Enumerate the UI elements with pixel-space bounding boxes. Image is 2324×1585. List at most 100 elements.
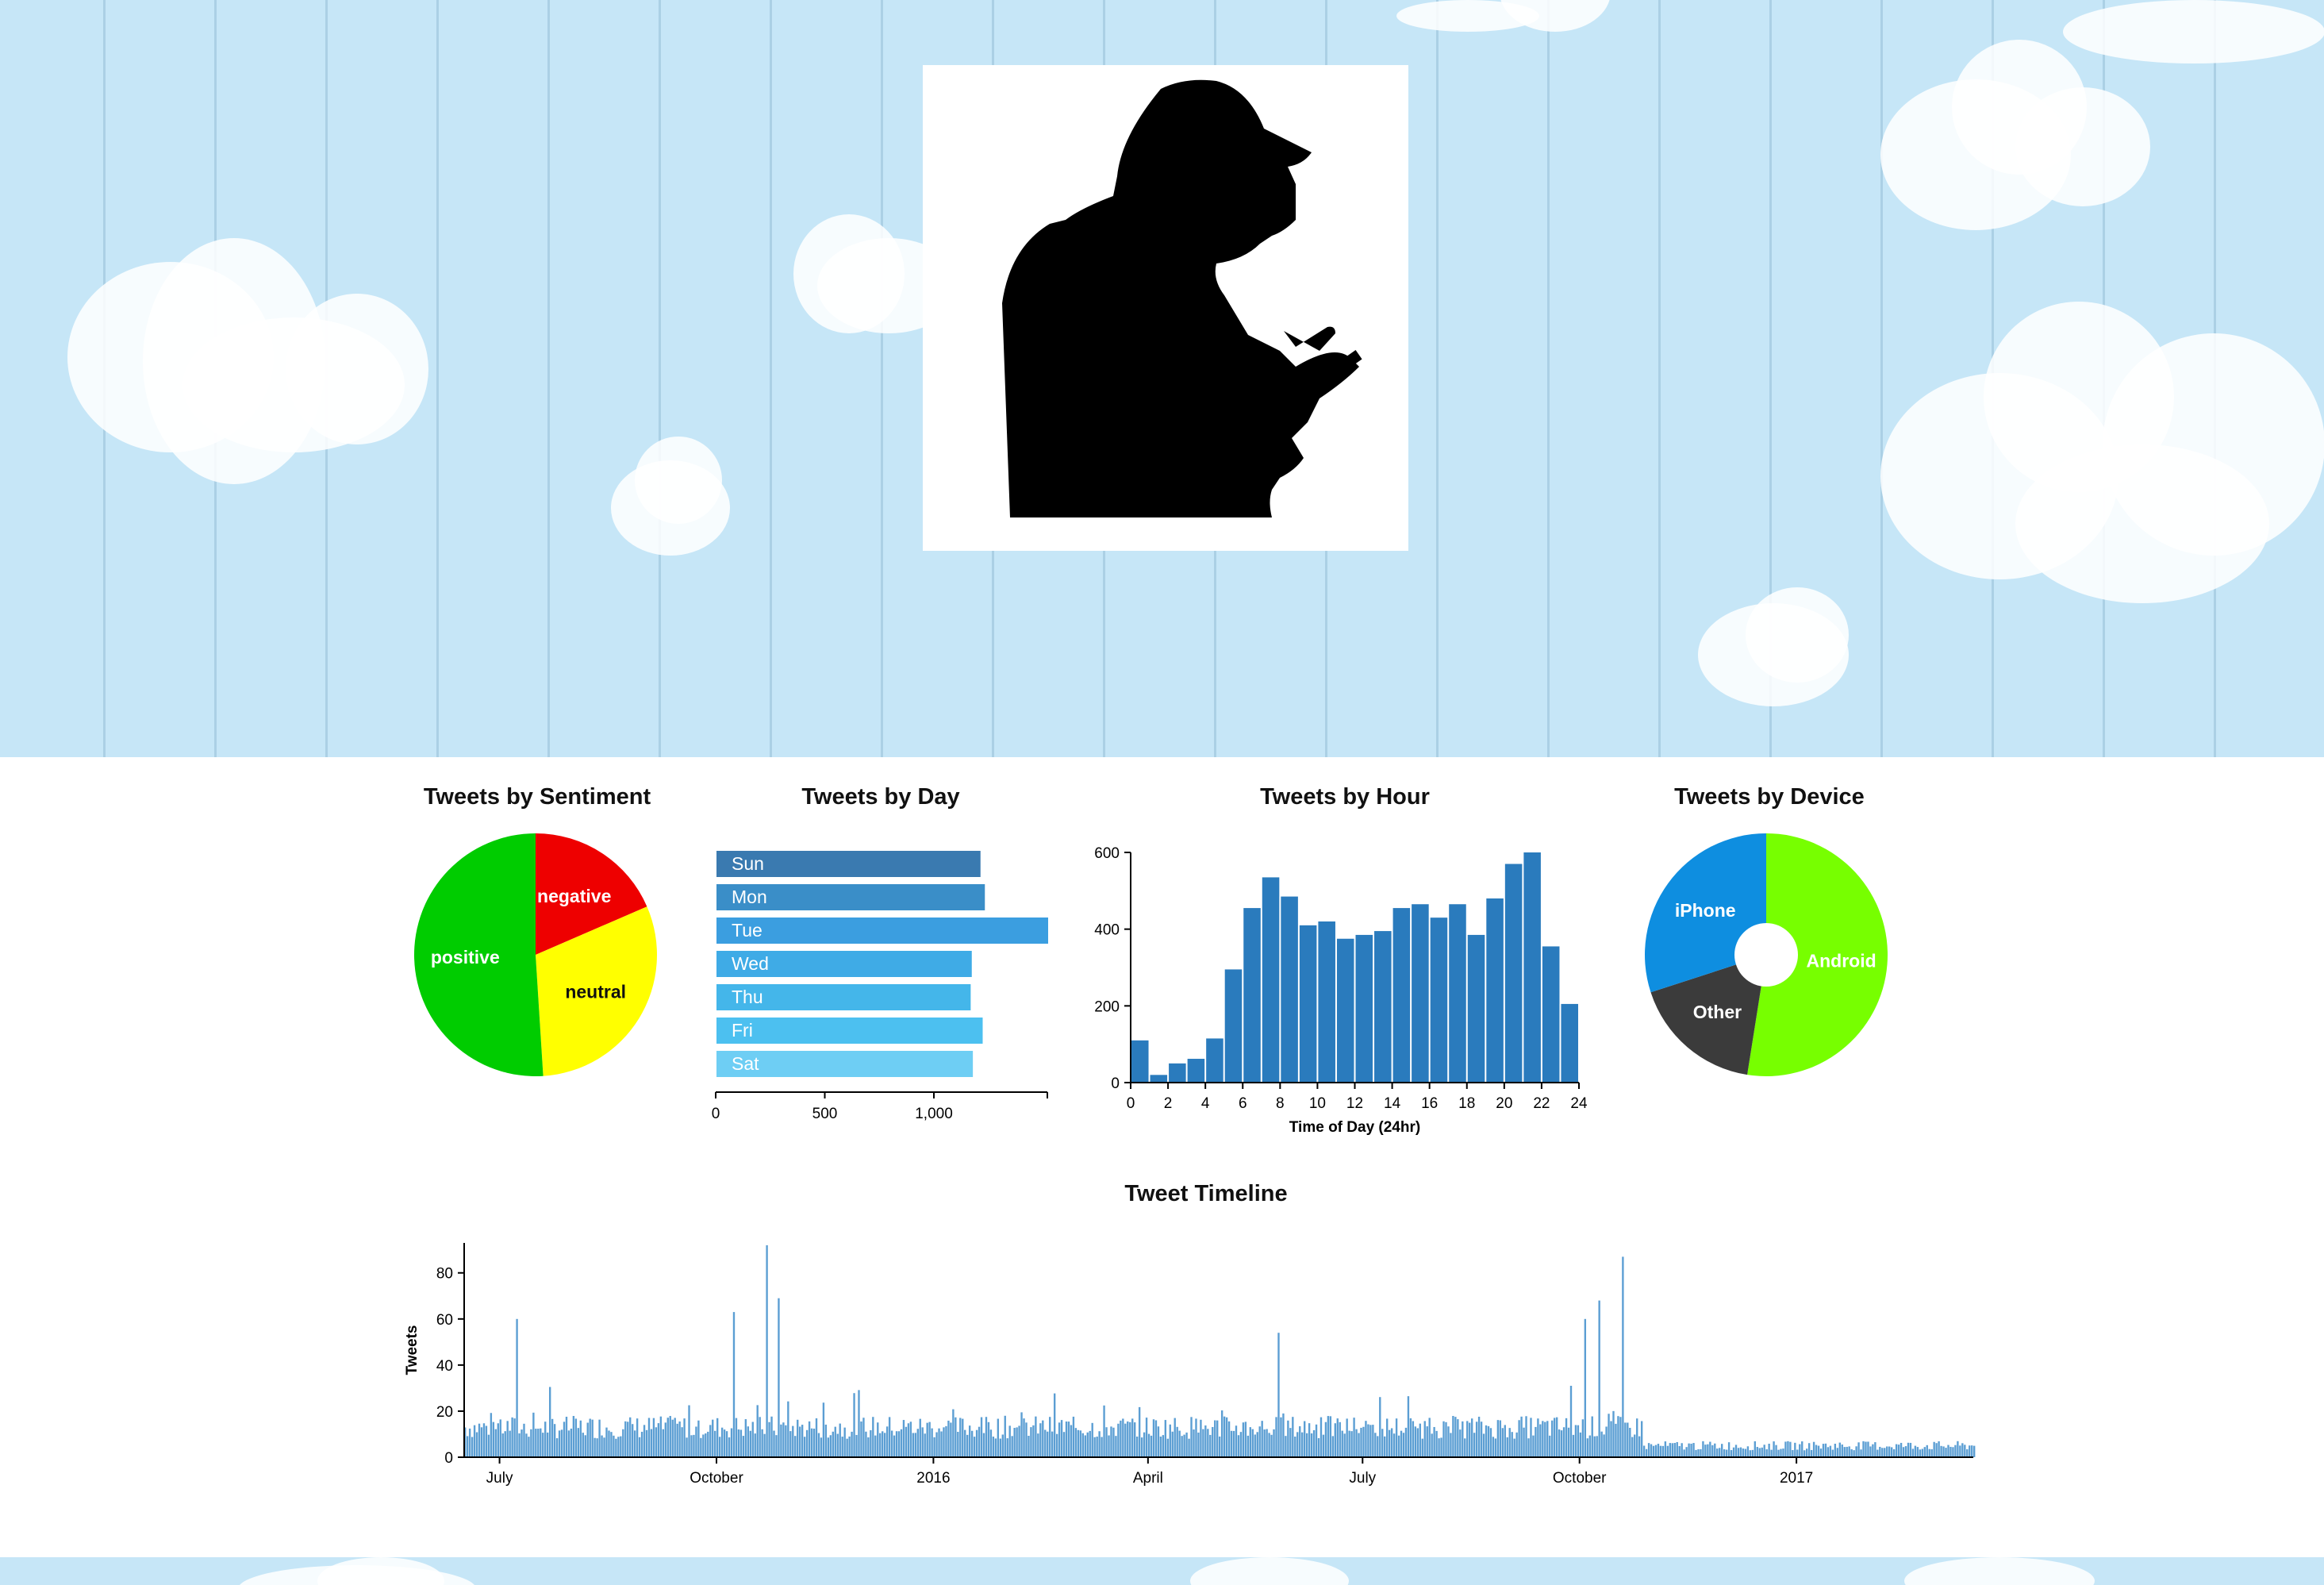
timeline-bar bbox=[1308, 1423, 1311, 1457]
timeline-bar bbox=[1395, 1418, 1398, 1457]
wood-plank-line bbox=[1880, 0, 1883, 757]
timeline-bar bbox=[1070, 1425, 1073, 1457]
timeline-bar bbox=[647, 1418, 651, 1457]
sentiment-chart-title: Tweets by Sentiment bbox=[423, 784, 651, 810]
timeline-bar bbox=[1584, 1318, 1587, 1457]
timeline-bar bbox=[1464, 1438, 1466, 1457]
timeline-bar bbox=[895, 1431, 898, 1457]
hour-bar bbox=[1336, 938, 1354, 1083]
timeline-bar bbox=[1940, 1445, 1942, 1457]
timeline-bar bbox=[1055, 1433, 1058, 1457]
timeline-bar bbox=[1402, 1433, 1405, 1457]
timeline-bar bbox=[1737, 1448, 1740, 1457]
timeline-bar bbox=[1888, 1446, 1891, 1457]
timeline-bar bbox=[1819, 1448, 1823, 1457]
timeline-bar bbox=[1006, 1438, 1008, 1457]
timeline-bar bbox=[681, 1427, 683, 1457]
timeline-bar bbox=[763, 1433, 766, 1457]
timeline-bar bbox=[643, 1425, 646, 1457]
timeline-bar bbox=[1919, 1449, 1922, 1457]
timeline-bar bbox=[1565, 1418, 1568, 1457]
timeline-bar bbox=[1709, 1441, 1711, 1457]
timeline-bar bbox=[975, 1429, 978, 1457]
timeline-bar bbox=[1025, 1422, 1028, 1457]
timeline-bar bbox=[605, 1427, 608, 1457]
timeline-bar bbox=[1193, 1429, 1195, 1457]
timeline-bar bbox=[1023, 1418, 1025, 1457]
timeline-bar bbox=[1047, 1431, 1049, 1457]
timeline-bar bbox=[812, 1428, 816, 1457]
timeline-bar bbox=[1334, 1423, 1336, 1457]
timeline-bar bbox=[1775, 1445, 1777, 1457]
timeline-bar bbox=[1426, 1426, 1428, 1457]
timeline-bar bbox=[1475, 1421, 1478, 1457]
timeline-bar bbox=[1884, 1448, 1886, 1457]
timeline-bar bbox=[1324, 1421, 1327, 1457]
timeline-bar bbox=[1886, 1446, 1888, 1457]
timeline-bar bbox=[1032, 1425, 1035, 1457]
timeline-bar bbox=[921, 1427, 924, 1457]
timeline-bar bbox=[1091, 1422, 1093, 1457]
timeline-bar bbox=[1784, 1441, 1787, 1457]
timeline-bar bbox=[1714, 1443, 1716, 1457]
timeline-bar bbox=[1569, 1386, 1573, 1457]
timeline-bar bbox=[1020, 1412, 1023, 1457]
timeline-bar bbox=[735, 1418, 738, 1457]
timeline-bar bbox=[1348, 1430, 1350, 1457]
timeline-bar bbox=[1312, 1429, 1316, 1457]
timeline-bar bbox=[1287, 1420, 1289, 1457]
timeline-bar bbox=[1105, 1427, 1108, 1457]
timeline-bar bbox=[697, 1420, 700, 1457]
timeline-bar bbox=[1730, 1450, 1733, 1457]
timeline-bar bbox=[1067, 1421, 1070, 1457]
timeline-bar bbox=[1331, 1436, 1335, 1457]
timeline-bar bbox=[1690, 1443, 1692, 1457]
timeline-bar bbox=[987, 1421, 990, 1457]
timeline-bar bbox=[598, 1419, 601, 1457]
timeline-bar bbox=[808, 1421, 811, 1457]
timeline-bar bbox=[1404, 1427, 1408, 1457]
timeline-bar bbox=[797, 1419, 799, 1457]
donut-hole bbox=[1734, 923, 1798, 987]
timeline-bar bbox=[547, 1432, 549, 1457]
timeline-bar bbox=[1494, 1438, 1497, 1457]
timeline-bar bbox=[1388, 1429, 1391, 1457]
timeline-bar bbox=[1319, 1417, 1323, 1457]
timeline-bar bbox=[1101, 1437, 1103, 1457]
timeline-bar bbox=[766, 1245, 768, 1457]
timeline-bar bbox=[1454, 1417, 1457, 1457]
timeline-bar bbox=[785, 1425, 787, 1457]
timeline-bar bbox=[1183, 1434, 1185, 1457]
timeline-bar bbox=[1112, 1427, 1115, 1457]
timeline-bar bbox=[770, 1416, 773, 1457]
hour-bar bbox=[1243, 908, 1261, 1083]
timeline-bar bbox=[645, 1429, 648, 1457]
timeline-bar bbox=[1551, 1420, 1554, 1457]
timeline-bar bbox=[1317, 1438, 1320, 1457]
timeline-bar bbox=[834, 1426, 836, 1457]
timeline-bar bbox=[775, 1435, 778, 1457]
timeline-bar bbox=[1275, 1417, 1277, 1457]
timeline-bar bbox=[1508, 1428, 1511, 1457]
timeline-bar bbox=[992, 1437, 995, 1457]
timeline-bar bbox=[1089, 1430, 1091, 1457]
timeline-bar bbox=[1299, 1425, 1301, 1457]
timeline-bar bbox=[1390, 1428, 1393, 1457]
timeline-bar bbox=[1062, 1432, 1066, 1457]
timeline-bar bbox=[1600, 1431, 1603, 1457]
timeline-bar bbox=[640, 1431, 643, 1457]
timeline-bar bbox=[1060, 1420, 1063, 1457]
timeline-bar bbox=[1591, 1416, 1593, 1457]
timeline-bar bbox=[1765, 1448, 1768, 1457]
slice-label-negative: negative bbox=[537, 886, 611, 906]
timeline-bar bbox=[815, 1418, 818, 1457]
timeline-bar bbox=[1973, 1445, 1976, 1457]
timeline-bar bbox=[739, 1429, 743, 1457]
timeline-bar bbox=[1108, 1435, 1110, 1457]
timeline-bar bbox=[1079, 1430, 1082, 1457]
timeline-bar bbox=[1096, 1437, 1098, 1457]
timeline-bar bbox=[1914, 1445, 1917, 1457]
timeline-bar bbox=[1350, 1431, 1353, 1457]
timeline-bar bbox=[1219, 1436, 1221, 1457]
timeline-bar bbox=[1244, 1421, 1247, 1457]
